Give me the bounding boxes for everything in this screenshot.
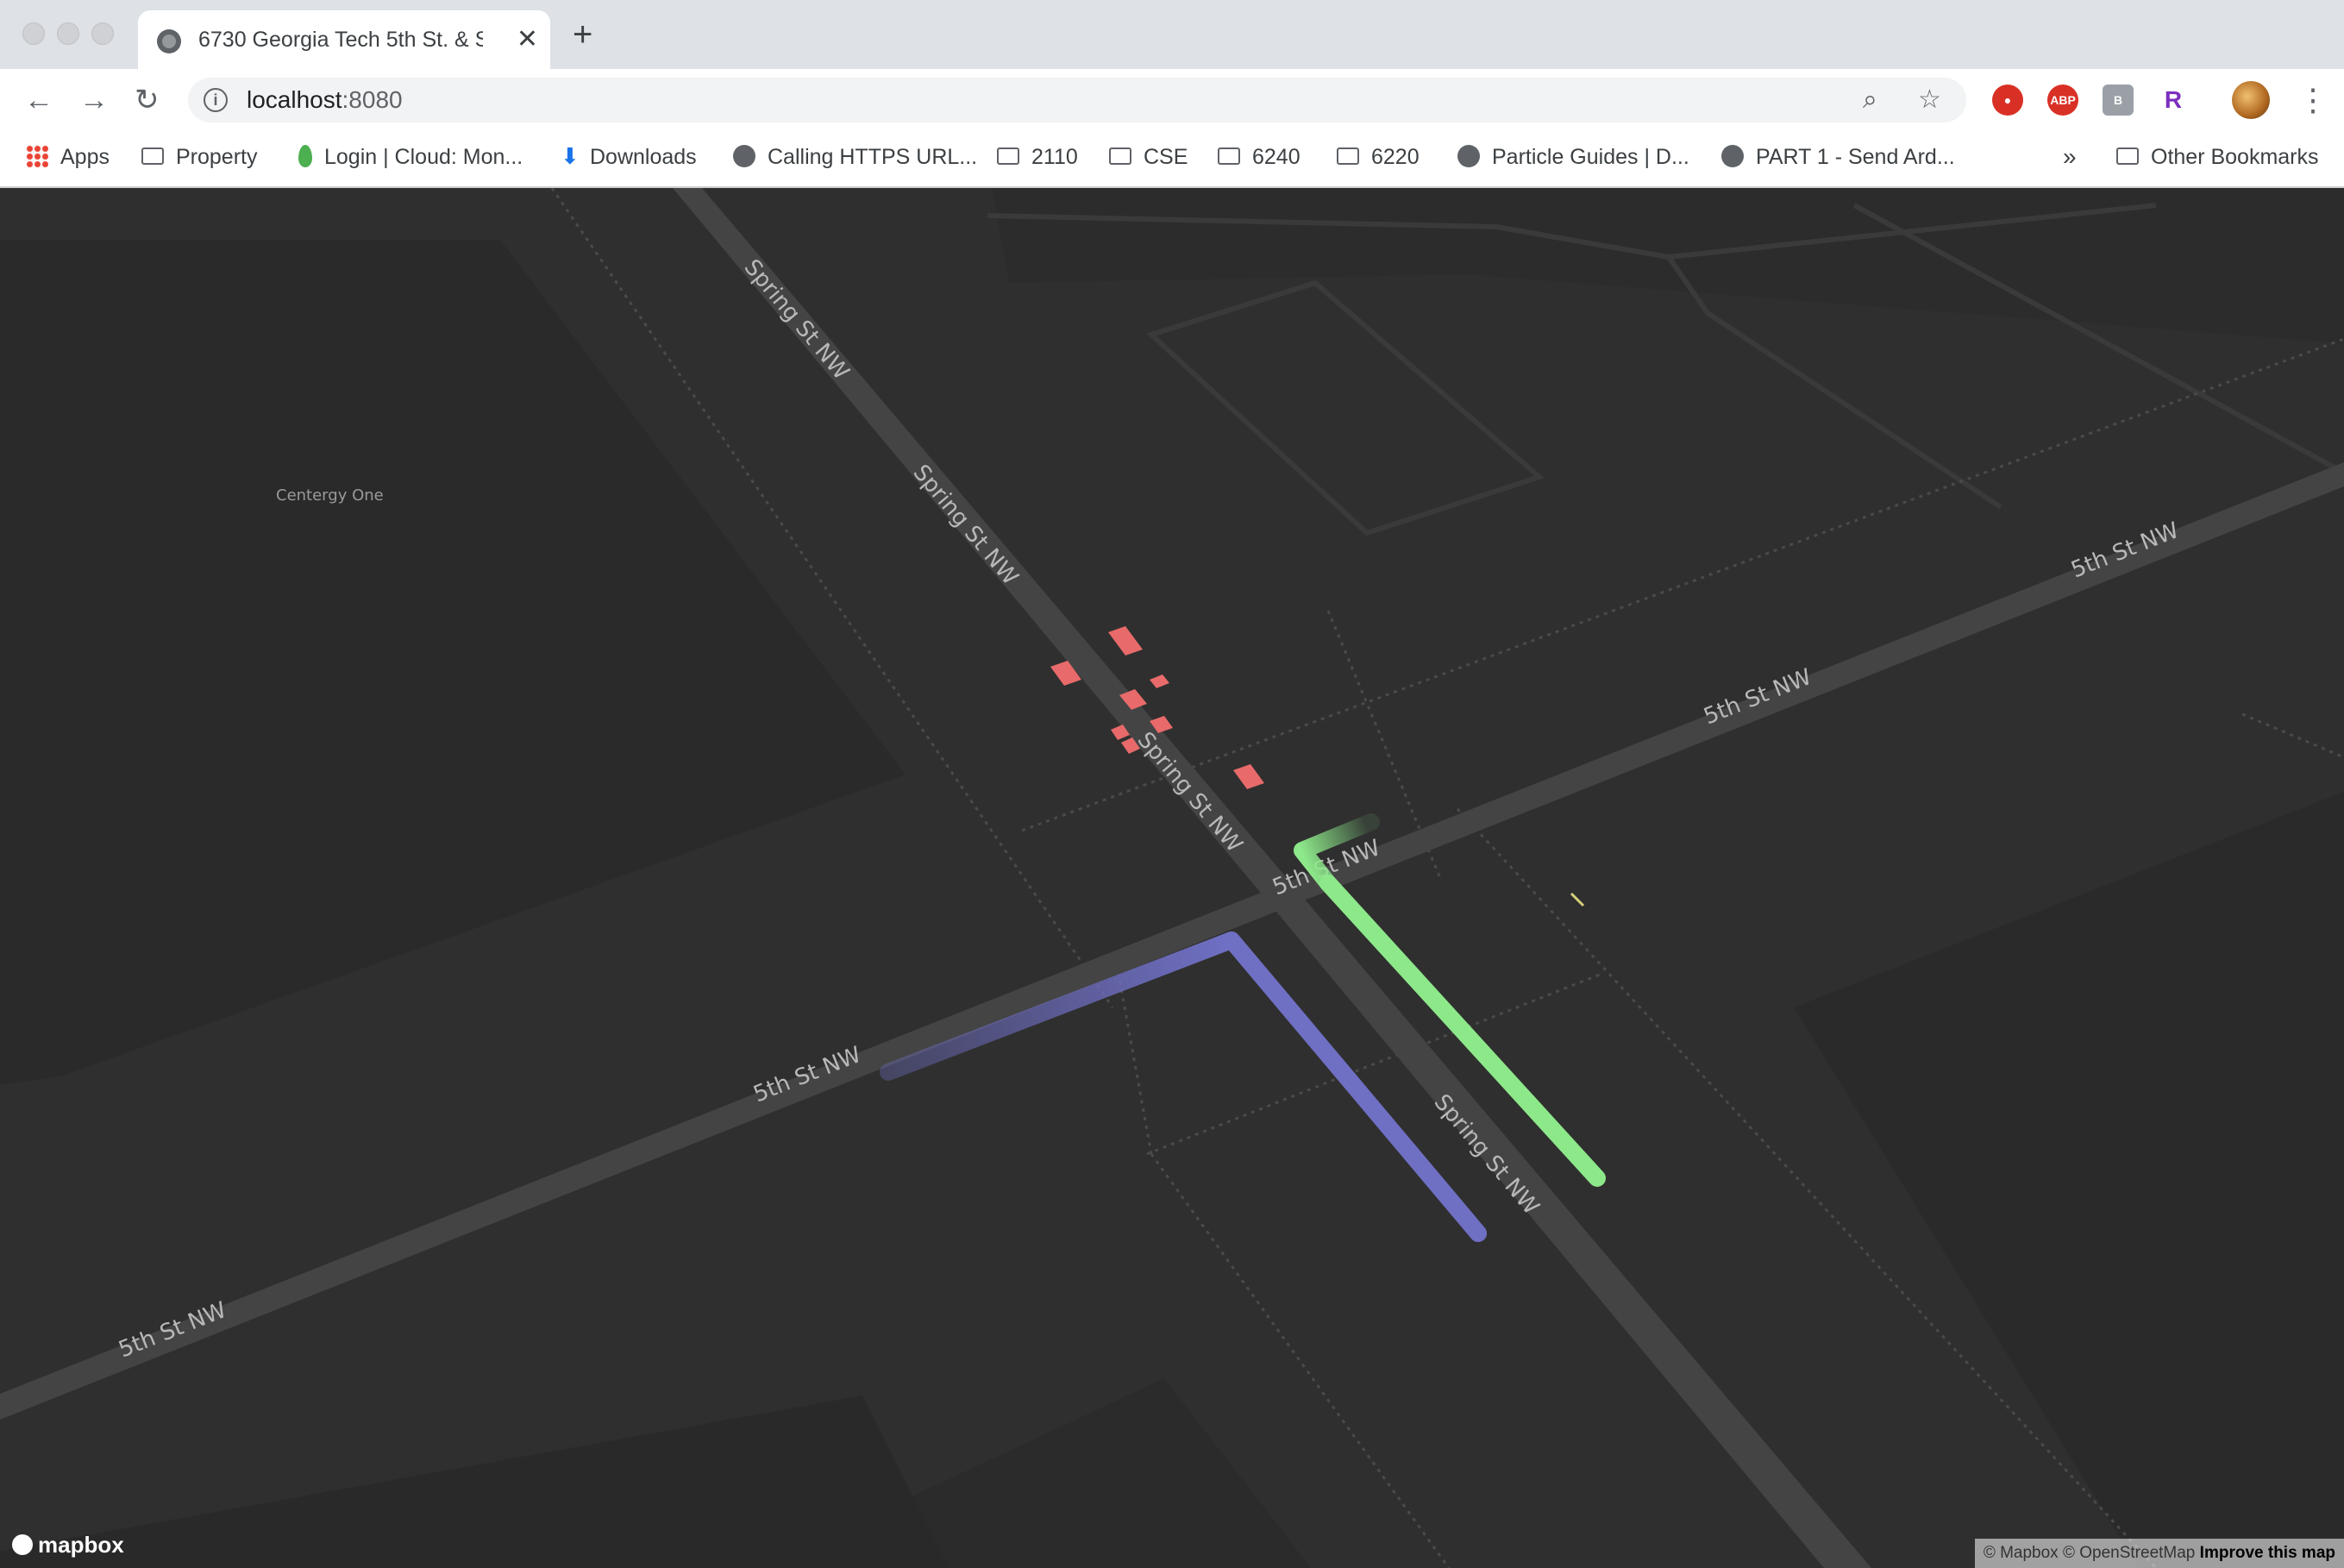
active-tab[interactable]: 6730 Georgia Tech 5th St. & Spring St. ✕	[138, 10, 550, 69]
folder-icon	[1218, 147, 1240, 166]
minimize-window-button[interactable]	[57, 22, 79, 45]
ublock-icon[interactable]: ●	[1992, 85, 2023, 116]
tab-strip: 6730 Georgia Tech 5th St. & Spring St. ✕…	[0, 0, 2344, 69]
adblock-plus-icon[interactable]: ABP	[2047, 85, 2078, 116]
r-extension-icon[interactable]: R	[2158, 85, 2189, 116]
browser-toolbar: ← → ↻ i localhost:8080 ⌕ ☆ ● ABP B R ⋮	[0, 69, 2344, 131]
folder-icon	[141, 147, 164, 166]
reload-icon[interactable]: ↻	[135, 83, 160, 117]
maximize-window-button[interactable]	[91, 22, 114, 45]
poi-label: Centergy One	[276, 486, 384, 505]
street-label-spring-1: Spring St NW	[739, 254, 855, 385]
attribution-osm[interactable]: © OpenStreetMap	[2063, 1544, 2195, 1562]
street-label-spring-2: Spring St NW	[908, 460, 1024, 590]
forward-icon[interactable]: →	[79, 83, 109, 117]
leaf-icon	[298, 145, 312, 168]
folder-icon	[1337, 147, 1359, 166]
blue-trip-path	[880, 931, 1487, 1242]
tab-title: 6730 Georgia Tech 5th St. & Spring St.	[198, 28, 483, 52]
event-marker	[1150, 674, 1169, 688]
globe-icon	[1457, 145, 1480, 168]
folder-icon	[1109, 147, 1131, 166]
attribution-mapbox[interactable]: © Mapbox	[1984, 1544, 2059, 1562]
bookmark-2110[interactable]: 2110	[997, 140, 1078, 174]
event-marker	[1233, 764, 1264, 789]
apps-icon	[26, 145, 48, 168]
improve-map-link[interactable]: Improve this map	[2200, 1544, 2335, 1562]
new-tab-button[interactable]: +	[573, 17, 592, 52]
mapbox-icon	[12, 1534, 33, 1556]
bookmark-part-1[interactable]: PART 1 - Send Ard...	[1721, 140, 1955, 174]
menu-icon[interactable]: ⋮	[2297, 83, 2328, 117]
map-svg: Spring St NW Spring St NW Spring St NW S…	[0, 188, 2344, 1568]
bookmark-downloads[interactable]: ⬇ Downloads	[561, 140, 697, 174]
bookmark-6240[interactable]: 6240	[1218, 140, 1300, 174]
url-text[interactable]: localhost:8080	[247, 86, 403, 114]
globe-icon	[157, 29, 181, 53]
bookmark-property[interactable]: Property	[141, 140, 257, 174]
globe-icon	[1721, 145, 1744, 168]
close-window-button[interactable]	[22, 22, 45, 45]
map-attribution: © Mapbox © OpenStreetMap Improve this ma…	[1974, 1539, 2344, 1568]
map-canvas[interactable]: Spring St NW Spring St NW Spring St NW S…	[0, 188, 2344, 1568]
bookmark-calling-https[interactable]: Calling HTTPS URL...	[733, 140, 977, 174]
profile-avatar[interactable]	[2232, 81, 2270, 119]
info-icon[interactable]: i	[204, 88, 228, 112]
download-icon: ⬇	[561, 143, 580, 170]
bookmark-cse[interactable]: CSE	[1109, 140, 1188, 174]
building	[0, 1396, 949, 1568]
folder-icon	[2116, 147, 2139, 166]
bookmark-login-cloud[interactable]: Login | Cloud: Mon...	[298, 140, 523, 174]
folder-icon	[997, 147, 1019, 166]
close-tab-icon[interactable]: ✕	[517, 24, 538, 55]
bookmarks-bar: Apps Property Login | Cloud: Mon... ⬇ Dow…	[0, 131, 2344, 188]
mapbox-logo[interactable]: mapbox	[12, 1532, 124, 1558]
building	[1794, 792, 2344, 1568]
bookmark-6220[interactable]: 6220	[1337, 140, 1420, 174]
globe-icon	[733, 145, 755, 168]
bookmark-apps[interactable]: Apps	[26, 140, 110, 174]
bookmark-particle-guides[interactable]: Particle Guides | D...	[1457, 140, 1689, 174]
other-bookmarks[interactable]: Other Bookmarks	[2116, 140, 2319, 174]
reader-icon[interactable]: B	[2103, 85, 2134, 116]
street-label-spring-3: Spring St NW	[1132, 727, 1248, 857]
bookmarks-overflow-button[interactable]: »	[2063, 140, 2077, 174]
zoom-icon[interactable]: ⌕	[1863, 86, 1877, 114]
event-marker	[1108, 626, 1143, 655]
back-icon[interactable]: ←	[24, 83, 53, 117]
yellow-tick-marker	[1570, 892, 1585, 907]
building	[0, 240, 906, 1085]
star-icon[interactable]: ☆	[1918, 86, 1941, 114]
address-bar[interactable]: i localhost:8080 ⌕ ☆	[188, 78, 1966, 122]
